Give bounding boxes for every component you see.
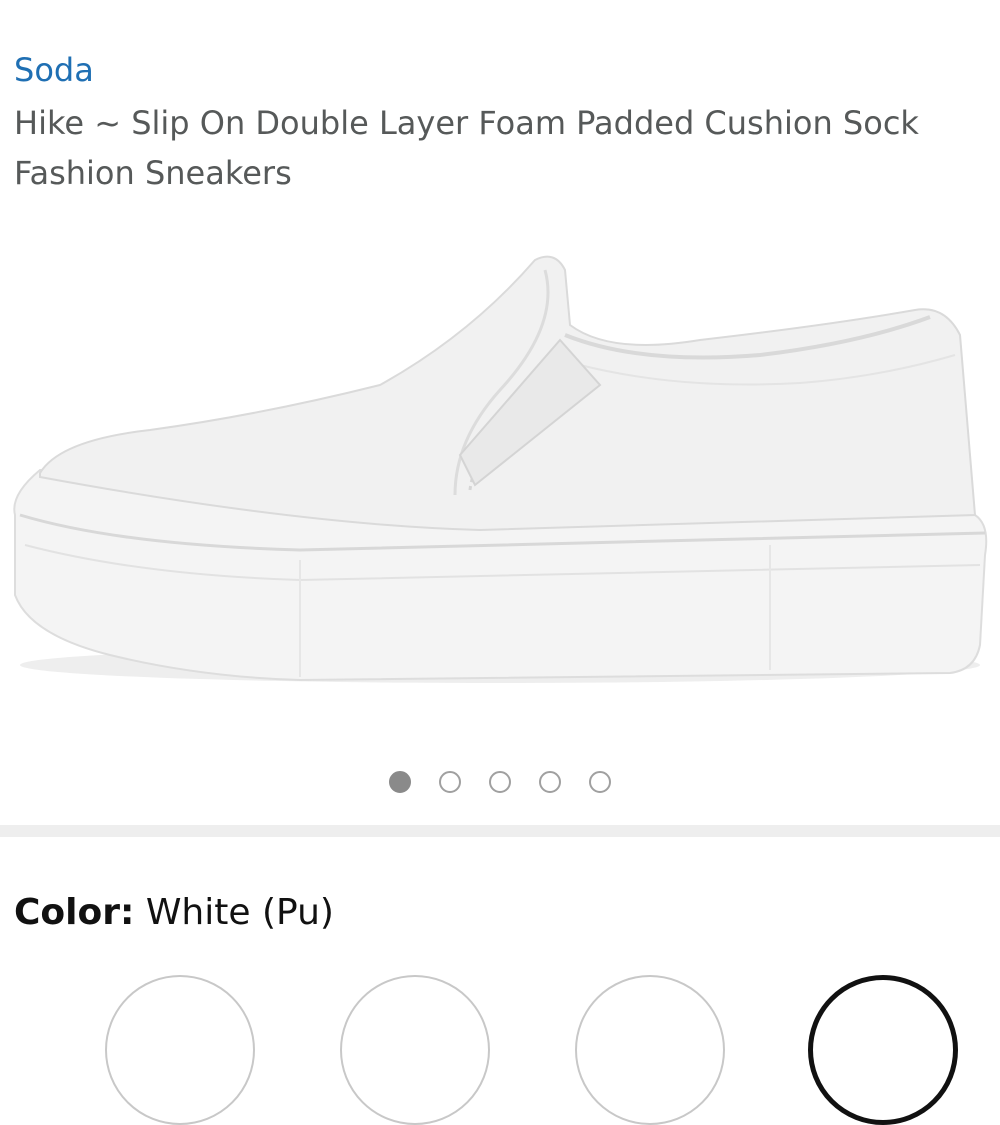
pagination-dot-2[interactable] bbox=[439, 771, 461, 793]
color-selection: Color: White (Pu) bbox=[14, 890, 334, 936]
product-image[interactable] bbox=[0, 215, 1000, 760]
product-title: Hike ~ Slip On Double Layer Foam Padded … bbox=[14, 104, 919, 192]
pagination-dot-1[interactable] bbox=[389, 771, 411, 793]
color-swatch-3[interactable] bbox=[575, 975, 725, 1125]
color-swatch-4[interactable] bbox=[808, 975, 958, 1125]
color-swatch-1[interactable] bbox=[105, 975, 255, 1125]
pagination-dot-3[interactable] bbox=[489, 771, 511, 793]
pagination-dot-4[interactable] bbox=[539, 771, 561, 793]
color-swatch-2[interactable] bbox=[340, 975, 490, 1125]
image-pagination bbox=[0, 771, 1000, 793]
sneaker-illustration bbox=[13, 255, 988, 683]
pagination-dot-5[interactable] bbox=[589, 771, 611, 793]
brand-link[interactable]: Soda bbox=[14, 50, 94, 90]
color-label: Color: bbox=[14, 892, 135, 933]
color-value: White (Pu) bbox=[145, 892, 334, 933]
section-divider bbox=[0, 825, 1000, 837]
